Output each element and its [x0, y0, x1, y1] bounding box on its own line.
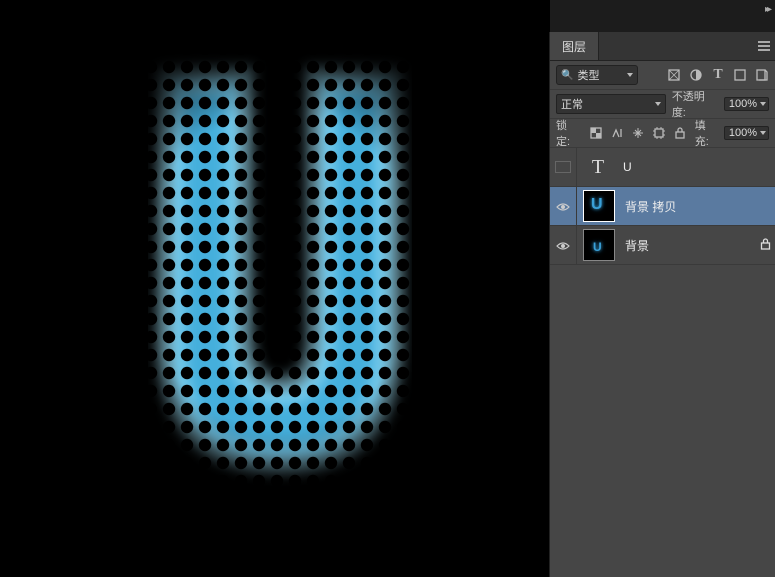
layer-thumbnail[interactable]: U	[583, 190, 615, 222]
lock-artboard-icon[interactable]	[652, 126, 666, 140]
layers-list: T U U 背景 拷贝 U 背景	[550, 148, 775, 577]
layer-name[interactable]: 背景 拷贝	[619, 198, 775, 215]
filter-kind-label: 类型	[577, 67, 622, 83]
hamburger-icon	[758, 45, 770, 47]
layer-visibility-toggle[interactable]	[550, 148, 577, 186]
filter-type-icon[interactable]: T	[711, 68, 725, 82]
lock-position-icon[interactable]	[631, 126, 645, 140]
panel-tabs: 图层	[550, 32, 775, 61]
layers-panel: 图层 🔍 类型 T 正常 不透明度: 100%	[549, 32, 775, 577]
opacity-value: 100%	[727, 98, 759, 110]
chevron-down-icon	[655, 102, 661, 106]
fill-input[interactable]: 100%	[724, 126, 769, 140]
lock-all-icon[interactable]	[673, 126, 687, 140]
eye-icon	[556, 201, 570, 211]
panel-menu-button[interactable]	[753, 32, 775, 60]
filter-smartobject-icon[interactable]	[755, 68, 769, 82]
tab-layers-label: 图层	[562, 38, 586, 55]
layer-row[interactable]: U 背景 拷贝	[550, 187, 775, 226]
layer-thumbnail[interactable]: U	[583, 229, 615, 261]
document-canvas[interactable]	[0, 0, 550, 577]
lock-transparency-icon[interactable]	[589, 126, 603, 140]
lock-image-icon[interactable]	[610, 126, 624, 140]
layer-thumbnail-type-icon: T	[583, 152, 613, 182]
layer-visibility-toggle[interactable]	[550, 187, 577, 225]
fill-value: 100%	[727, 127, 759, 139]
panel-dock-header: ▸▸	[549, 0, 775, 32]
layer-name[interactable]: U	[617, 160, 775, 174]
chevron-down-icon	[760, 102, 766, 106]
layer-filter-row: 🔍 类型 T	[550, 61, 775, 90]
layer-name[interactable]: 背景	[619, 237, 755, 254]
opacity-label: 不透明度:	[672, 88, 718, 120]
filter-shape-icon[interactable]	[733, 68, 747, 82]
layer-row[interactable]: U 背景	[550, 226, 775, 265]
filter-adjustment-icon[interactable]	[689, 68, 703, 82]
blend-opacity-row: 正常 不透明度: 100%	[550, 90, 775, 119]
lock-fill-row: 锁定: 填充: 100%	[550, 119, 775, 148]
blend-mode-select[interactable]: 正常	[556, 94, 666, 114]
filter-kind-select[interactable]: 🔍 类型	[556, 65, 638, 85]
collapse-panels-icon[interactable]: ▸▸	[765, 4, 769, 15]
layer-visibility-toggle[interactable]	[550, 226, 577, 264]
artwork-halftone-u	[70, 40, 490, 520]
filter-pixel-icon[interactable]	[667, 68, 681, 82]
eye-icon	[556, 240, 570, 250]
opacity-input[interactable]: 100%	[724, 97, 769, 111]
chevron-down-icon	[627, 73, 633, 77]
lock-label: 锁定:	[556, 117, 581, 149]
blend-mode-value: 正常	[561, 96, 650, 112]
fill-label: 填充:	[695, 117, 720, 149]
layer-locked-icon	[755, 238, 775, 253]
tab-layers[interactable]: 图层	[550, 32, 599, 60]
search-icon: 🔍	[561, 70, 573, 81]
chevron-down-icon	[760, 131, 766, 135]
visibility-off-icon	[555, 161, 571, 173]
layer-row[interactable]: T U	[550, 148, 775, 187]
